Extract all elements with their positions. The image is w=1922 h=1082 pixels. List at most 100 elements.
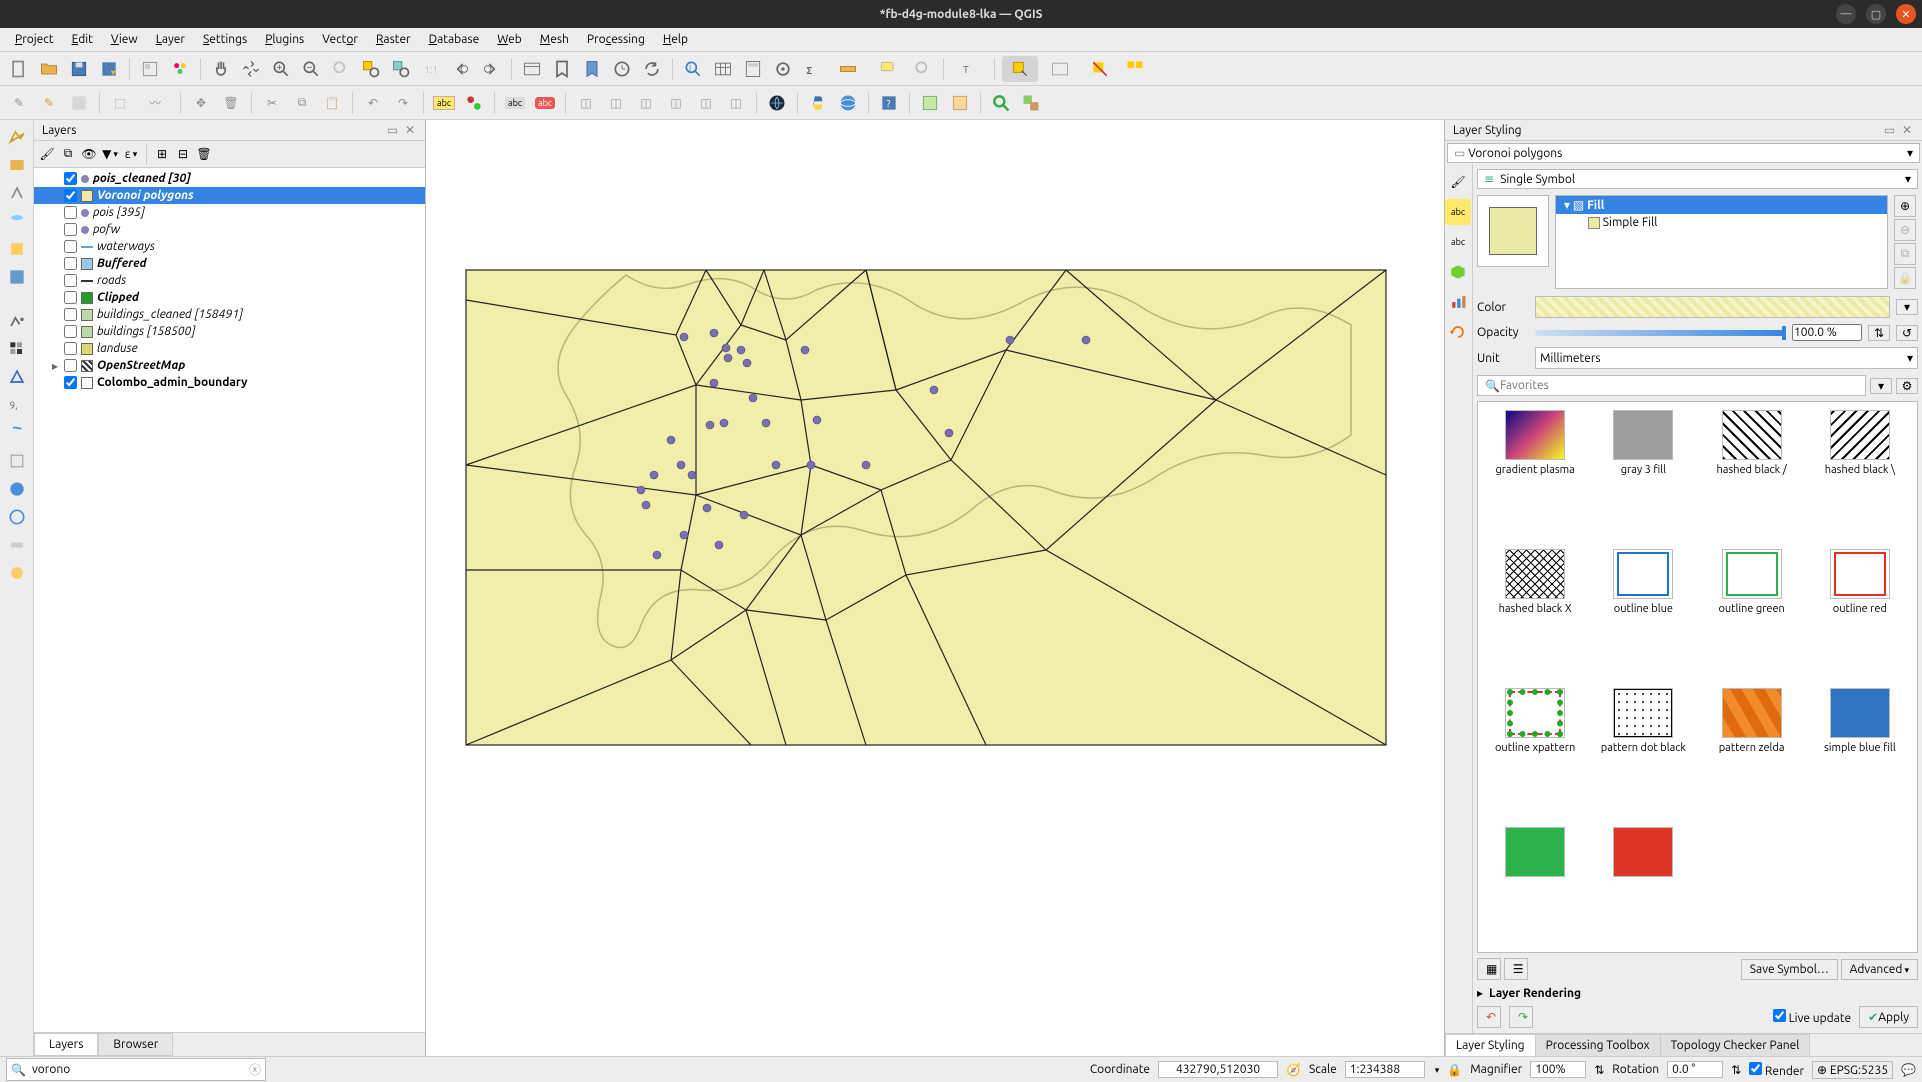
menu-database[interactable]: Database <box>420 30 489 49</box>
layer-item-7[interactable]: Clipped <box>34 289 425 306</box>
menu-layer[interactable]: Layer <box>147 30 194 49</box>
style-dock-buttons[interactable]: ▭ ✕ <box>1884 123 1914 137</box>
add-wms-icon[interactable] <box>4 476 30 502</box>
zoom-native-icon[interactable]: 1:1 <box>418 56 444 82</box>
layer-item-1[interactable]: Voronoi polygons <box>34 187 425 204</box>
label-tool-3-icon[interactable]: ◫ <box>633 90 659 116</box>
menu-edit[interactable]: Edit <box>63 30 102 49</box>
save-edits-icon[interactable] <box>66 90 92 116</box>
digitize-icon[interactable]: 〰 <box>137 90 173 116</box>
style-preset-5[interactable]: outline blue <box>1594 549 1692 678</box>
style-preset-13[interactable] <box>1594 827 1692 944</box>
style-preset-3[interactable]: hashed black \ <box>1811 410 1909 539</box>
style-preset-1[interactable]: gray 3 fill <box>1594 410 1692 539</box>
style-preset-7[interactable]: outline red <box>1811 549 1909 678</box>
symbology-tab-icon[interactable]: 🖌 <box>1445 169 1471 195</box>
add-xyz-icon[interactable] <box>4 504 30 530</box>
panel-dock-buttons[interactable]: ▭ ✕ <box>387 123 417 137</box>
plugin-1-icon[interactable] <box>917 90 943 116</box>
paste-icon[interactable]: 📋 <box>319 90 345 116</box>
lock-scale-icon[interactable]: 🔒 <box>1447 1063 1462 1077</box>
layer-item-9[interactable]: buildings [158500] <box>34 323 425 340</box>
select-features-icon[interactable] <box>1002 56 1038 82</box>
crs-button[interactable]: ⊕ EPSG:5235 <box>1812 1061 1893 1079</box>
menu-web[interactable]: Web <box>488 30 531 49</box>
zoom-last-icon[interactable] <box>448 56 474 82</box>
search-green-icon[interactable] <box>988 90 1014 116</box>
close-button[interactable]: ✕ <box>1896 4 1916 24</box>
zoom-in-icon[interactable] <box>268 56 294 82</box>
rotation-spin[interactable]: ⇅ <box>1731 1063 1741 1077</box>
3d-tab-icon[interactable] <box>1445 259 1471 285</box>
render-check[interactable]: Render <box>1749 1062 1804 1078</box>
move-feature-icon[interactable]: ✥ <box>188 90 214 116</box>
field-calc-icon[interactable] <box>740 56 766 82</box>
web-icon[interactable] <box>835 90 861 116</box>
magnifier-input[interactable] <box>1530 1061 1586 1078</box>
maximize-button[interactable]: ▢ <box>1866 4 1886 24</box>
pan-to-selection-icon[interactable] <box>238 56 264 82</box>
style-preset-12[interactable] <box>1486 827 1584 944</box>
menu-raster[interactable]: Raster <box>367 30 420 49</box>
menu-project[interactable]: Project <box>6 30 63 49</box>
clear-search-icon[interactable]: ⓧ <box>249 1061 261 1078</box>
new-project-icon[interactable] <box>6 56 32 82</box>
style-preset-6[interactable]: outline green <box>1703 549 1801 678</box>
select-by-value-icon[interactable] <box>1042 56 1078 82</box>
layer-item-0[interactable]: pois_cleaned [30] <box>34 170 425 187</box>
filter-icon[interactable]: ε <box>122 145 140 163</box>
label-abc-red-icon[interactable]: abc <box>532 90 558 116</box>
unit-combo[interactable]: Millimeters▾ <box>1535 347 1918 369</box>
messages-icon[interactable]: 💬 <box>1901 1063 1916 1077</box>
zoom-out-icon[interactable] <box>298 56 324 82</box>
symbol-layer-tree[interactable]: ▾ ▧ Fill Simple Fill <box>1555 195 1888 289</box>
delete-selected-icon[interactable]: 🗑 <box>218 90 244 116</box>
grid-view-button[interactable]: ▦ <box>1477 958 1501 980</box>
layer-item-5[interactable]: Buffered <box>34 255 425 272</box>
redo-icon[interactable]: ↷ <box>390 90 416 116</box>
new-geopackage-icon[interactable] <box>4 152 30 178</box>
map-tips-icon[interactable] <box>870 56 906 82</box>
style-preset-4[interactable]: hashed black X <box>1486 549 1584 678</box>
add-vector-icon[interactable] <box>4 124 30 150</box>
layer-rendering-section[interactable]: ▸ Layer Rendering <box>1477 986 1918 1000</box>
label-tool-5-icon[interactable]: ◫ <box>693 90 719 116</box>
menu-processing[interactable]: Processing <box>578 30 654 49</box>
help-icon[interactable]: ? <box>876 90 902 116</box>
tab-layers[interactable]: Layers <box>34 1033 98 1056</box>
list-view-button[interactable]: ☰ <box>1504 958 1528 980</box>
style-preset-0[interactable]: gradient plasma <box>1486 410 1584 539</box>
identify-icon[interactable]: i <box>680 56 706 82</box>
tab-browser[interactable]: Browser <box>98 1033 173 1056</box>
deselect-icon[interactable] <box>1082 56 1118 82</box>
remove-layer-icon[interactable]: 🗑 <box>195 145 213 163</box>
masks-tab-icon[interactable]: abc <box>1445 229 1471 255</box>
apply-button[interactable]: ✔Apply <box>1859 1006 1918 1028</box>
menu-settings[interactable]: Settings <box>194 30 256 49</box>
new-annotation-icon[interactable] <box>910 56 936 82</box>
opacity-slider[interactable] <box>1535 330 1786 336</box>
add-symbol-layer-button[interactable]: ⊕ <box>1894 195 1916 217</box>
save-as-icon[interactable] <box>96 56 122 82</box>
style-preset-8[interactable]: outline xpattern <box>1486 688 1584 817</box>
layer-item-2[interactable]: pois [395] <box>34 204 425 221</box>
symbol-type-combo[interactable]: ≡Single Symbol▾ <box>1477 169 1918 189</box>
undo-style-button[interactable]: ↶ <box>1477 1006 1501 1028</box>
save-project-icon[interactable] <box>66 56 92 82</box>
scale-input[interactable] <box>1345 1061 1425 1078</box>
layer-style-icon[interactable]: 🖌 <box>38 145 56 163</box>
menu-plugins[interactable]: Plugins <box>256 30 313 49</box>
quickosm-icon[interactable] <box>764 90 790 116</box>
label-tool-2-icon[interactable]: ◫ <box>603 90 629 116</box>
temporal-icon[interactable] <box>609 56 635 82</box>
style-manager-icon[interactable] <box>167 56 193 82</box>
layer-item-4[interactable]: waterways <box>34 238 425 255</box>
open-project-icon[interactable] <box>36 56 62 82</box>
style-manager-button[interactable]: ⚙ <box>1896 378 1918 394</box>
label-rule-icon[interactable] <box>461 90 487 116</box>
tab-processing-toolbox[interactable]: Processing Toolbox <box>1535 1034 1661 1056</box>
diagrams-tab-icon[interactable] <box>1445 289 1471 315</box>
label-tool-6-icon[interactable]: ◫ <box>723 90 749 116</box>
add-vector-layer-icon[interactable] <box>4 308 30 334</box>
opacity-input[interactable] <box>1792 324 1862 341</box>
